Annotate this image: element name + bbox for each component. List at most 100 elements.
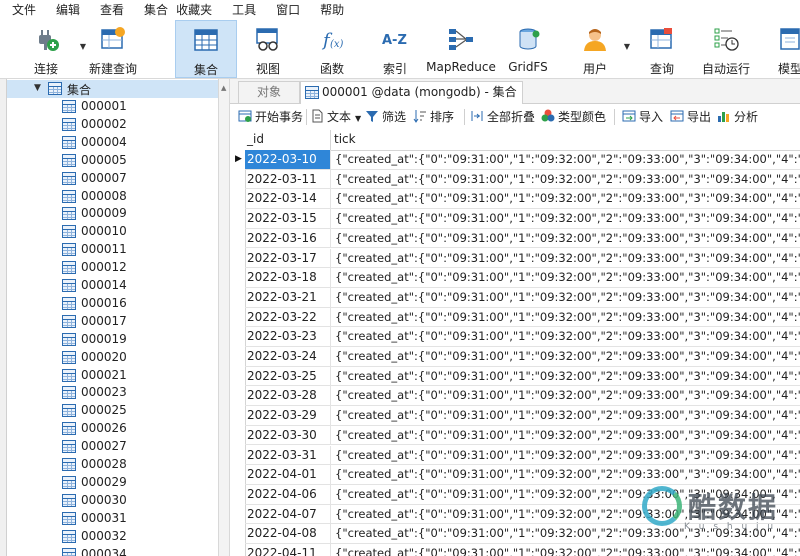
cell-tick[interactable]: {"created_at":{"0":"09:31:00","1":"09:32… [332, 150, 800, 169]
menu-file[interactable]: 文件 [0, 0, 46, 20]
cell-id[interactable]: 2022-03-22 [245, 307, 331, 327]
cell-tick[interactable]: {"created_at":{"0":"09:31:00","1":"09:32… [332, 386, 800, 405]
cell-id[interactable]: 2022-03-24 [245, 347, 331, 366]
connect-button[interactable]: ▼ 连接 [20, 20, 86, 78]
table-row[interactable]: 2022-03-11 {"created_at":{"0":"09:31:00",… [245, 169, 800, 190]
cell-tick[interactable]: {"created_at":{"0":"09:31:00","1":"09:32… [332, 189, 800, 208]
tree-item[interactable]: 000012 [62, 259, 212, 277]
cell-id[interactable]: 2022-03-23 [245, 327, 331, 347]
view-button[interactable]: 视图 [244, 20, 292, 78]
analyze-button[interactable]: 分析 [717, 108, 758, 126]
text-view-button[interactable]: 文本 ▼ [310, 108, 361, 126]
table-row[interactable]: 2022-03-17 {"created_at":{"0":"09:31:00",… [245, 248, 800, 269]
sort-button[interactable]: 排序 [413, 108, 454, 126]
panel-splitter[interactable]: ▲ [218, 79, 230, 556]
chevron-down-icon[interactable]: ▼ [624, 42, 630, 51]
chevron-down-icon[interactable]: ▼ [355, 114, 361, 123]
tree-item[interactable]: 000030 [62, 492, 212, 510]
tree-item[interactable]: 000009 [62, 205, 212, 223]
table-row[interactable]: 2022-03-18 {"created_at":{"0":"09:31:00",… [245, 268, 800, 288]
tree-item[interactable]: 000020 [62, 349, 212, 367]
table-row[interactable]: 2022-03-30 {"created_at":{"0":"09:31:00",… [245, 425, 800, 446]
cell-tick[interactable]: {"created_at":{"0":"09:31:00","1":"09:32… [332, 308, 800, 327]
table-row[interactable]: 2022-03-10 {"created_at":{"0":"09:31:00",… [245, 150, 800, 170]
menu-collection[interactable]: 集合 [134, 0, 172, 20]
tree-item[interactable]: 000016 [62, 295, 212, 313]
table-row[interactable]: 2022-03-22 {"created_at":{"0":"09:31:00",… [245, 307, 800, 328]
tree-item[interactable]: 000007 [62, 170, 212, 188]
cell-id[interactable]: 2022-03-11 [245, 169, 331, 189]
cell-id[interactable]: 2022-03-15 [245, 209, 331, 229]
cell-id[interactable]: 2022-03-16 [245, 228, 331, 248]
tree-item[interactable]: 000001 [62, 98, 212, 116]
cell-id[interactable]: 2022-03-30 [245, 425, 331, 445]
model-button[interactable]: 模型 [772, 20, 800, 78]
cell-tick[interactable]: {"created_at":{"0":"09:31:00","1":"09:32… [332, 268, 800, 287]
collapse-all-button[interactable]: 全部折叠 [470, 108, 535, 126]
table-row[interactable]: 2022-04-11 {"created_at":{"0":"09:31:00",… [245, 544, 800, 556]
function-button[interactable]: f (x) 函数 [308, 20, 356, 78]
tree-item[interactable]: 000011 [62, 241, 212, 259]
tree-item[interactable]: 000028 [62, 456, 212, 474]
tree-collection-group[interactable]: ▼ 集合 [0, 80, 218, 98]
tree-item[interactable]: 000034 [62, 546, 212, 556]
cell-tick[interactable]: {"created_at":{"0":"09:31:00","1":"09:32… [332, 170, 800, 189]
table-row[interactable]: 2022-04-07 {"created_at":{"0":"09:31:00",… [245, 504, 800, 525]
menu-favorites[interactable]: 收藏夹 [172, 0, 222, 20]
table-row[interactable]: 2022-03-31 {"created_at":{"0":"09:31:00",… [245, 445, 800, 466]
tree-item[interactable]: 000019 [62, 331, 212, 349]
table-row[interactable]: 2022-03-16 {"created_at":{"0":"09:31:00",… [245, 228, 800, 249]
tree-item[interactable]: 000017 [62, 313, 212, 331]
cell-id[interactable]: 2022-03-14 [245, 189, 331, 209]
cell-id[interactable]: 2022-03-17 [245, 248, 331, 268]
menu-edit[interactable]: 编辑 [46, 0, 90, 20]
table-row[interactable]: 2022-03-25 {"created_at":{"0":"09:31:00",… [245, 366, 800, 387]
table-row[interactable]: 2022-03-29 {"created_at":{"0":"09:31:00",… [245, 406, 800, 426]
cell-id[interactable]: 2022-03-25 [245, 366, 331, 386]
tree-item[interactable]: 000023 [62, 384, 212, 402]
import-button[interactable]: 导入 [622, 108, 663, 126]
begin-transaction-button[interactable]: 开始事务 [238, 108, 303, 126]
column-divider[interactable] [330, 130, 331, 150]
table-row[interactable]: 2022-04-06 {"created_at":{"0":"09:31:00",… [245, 484, 800, 505]
index-button[interactable]: A-Z 索引 [372, 20, 418, 78]
table-row[interactable]: 2022-03-14 {"created_at":{"0":"09:31:00",… [245, 189, 800, 210]
menu-window[interactable]: 窗口 [266, 0, 310, 20]
cell-tick[interactable]: {"created_at":{"0":"09:31:00","1":"09:32… [332, 209, 800, 228]
table-row[interactable]: 2022-03-28 {"created_at":{"0":"09:31:00",… [245, 386, 800, 407]
cell-id[interactable]: 2022-04-01 [245, 465, 331, 485]
tree-item[interactable]: 000027 [62, 438, 212, 456]
tree-item[interactable]: 000031 [62, 510, 212, 528]
table-row[interactable]: 2022-04-08 {"created_at":{"0":"09:31:00",… [245, 524, 800, 544]
cell-tick[interactable]: {"created_at":{"0":"09:31:00","1":"09:32… [332, 327, 800, 346]
table-row[interactable]: 2022-04-01 {"created_at":{"0":"09:31:00",… [245, 465, 800, 485]
filter-button[interactable]: 筛选 [365, 108, 406, 126]
tree-item[interactable]: 000014 [62, 277, 212, 295]
column-header-id[interactable]: _id [247, 132, 264, 146]
tree-item[interactable]: 000002 [62, 116, 212, 134]
cell-tick[interactable]: {"created_at":{"0":"09:31:00","1":"09:32… [332, 367, 800, 386]
tree-item[interactable]: 000021 [62, 367, 212, 385]
cell-id[interactable]: 2022-03-18 [245, 268, 331, 288]
menu-tools[interactable]: 工具 [222, 0, 266, 20]
cell-tick[interactable]: {"created_at":{"0":"09:31:00","1":"09:32… [332, 465, 800, 484]
automation-button[interactable]: 自动运行 [700, 20, 752, 78]
cell-tick[interactable]: {"created_at":{"0":"09:31:00","1":"09:32… [332, 288, 800, 307]
cell-id[interactable]: 2022-03-28 [245, 386, 331, 406]
scroll-up-arrow-icon[interactable]: ▲ [221, 84, 226, 92]
cell-id[interactable]: 2022-03-31 [245, 445, 331, 465]
tree-item[interactable]: 000032 [62, 528, 212, 546]
table-row[interactable]: 2022-03-24 {"created_at":{"0":"09:31:00",… [245, 347, 800, 367]
cell-id[interactable]: 2022-03-29 [245, 406, 331, 426]
cell-tick[interactable]: {"created_at":{"0":"09:31:00","1":"09:32… [332, 485, 800, 504]
gridfs-button[interactable]: GridFS [505, 20, 551, 78]
menu-help[interactable]: 帮助 [310, 0, 354, 20]
tree-item[interactable]: 000025 [62, 402, 212, 420]
chevron-down-icon[interactable]: ▼ [34, 83, 41, 93]
type-color-button[interactable]: 类型颜色 [541, 108, 606, 126]
cell-tick[interactable]: {"created_at":{"0":"09:31:00","1":"09:32… [332, 229, 800, 248]
cell-tick[interactable]: {"created_at":{"0":"09:31:00","1":"09:32… [332, 544, 800, 556]
cell-tick[interactable]: {"created_at":{"0":"09:31:00","1":"09:32… [332, 505, 800, 524]
cell-tick[interactable]: {"created_at":{"0":"09:31:00","1":"09:32… [332, 347, 800, 366]
cell-id[interactable]: 2022-04-06 [245, 484, 331, 504]
